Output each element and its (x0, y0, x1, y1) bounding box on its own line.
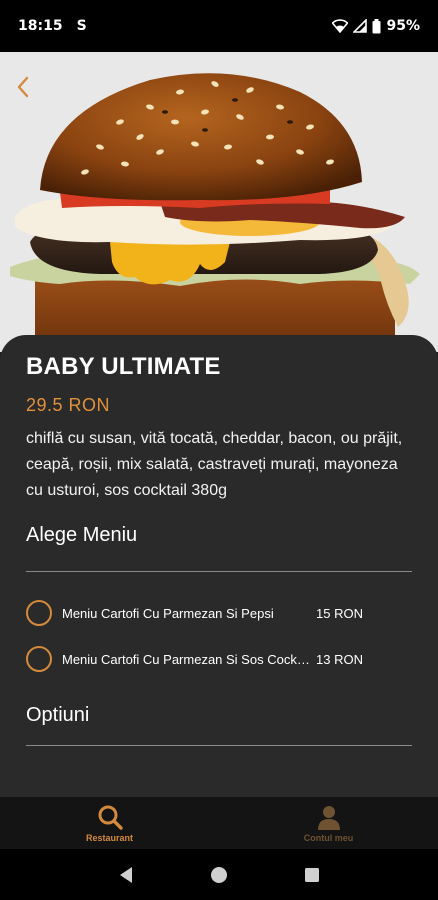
person-icon (317, 806, 340, 830)
radio-button[interactable] (26, 646, 52, 672)
tab-label: Contul meu (303, 833, 354, 843)
status-bar: 18:15 S 95% (0, 0, 438, 52)
system-nav-bar (0, 849, 438, 900)
nav-back-button[interactable] (111, 860, 141, 890)
product-title: BABY ULTIMATE (26, 353, 221, 380)
search-icon (98, 805, 123, 830)
back-icon (120, 866, 133, 883)
nav-recents-button[interactable] (297, 860, 327, 890)
status-time: 18:15 (18, 18, 63, 34)
menu-section-title: Alege Meniu (26, 524, 138, 546)
status-icons: 95% (332, 18, 420, 34)
tab-account[interactable]: Contul meu (219, 797, 438, 849)
back-button[interactable] (8, 72, 38, 102)
home-icon (210, 866, 227, 883)
product-screen: 18:15 S 95% BABY ULTIMATE 29.5 RON chifl… (0, 0, 438, 900)
chevron-left-icon (17, 76, 29, 98)
recents-icon (304, 867, 319, 882)
options-section-title: Optiuni (26, 704, 90, 726)
product-details-sheet: BABY ULTIMATE 29.5 RON chiflă cu susan, … (0, 335, 438, 797)
divider (26, 571, 412, 572)
battery-percent: 95% (386, 18, 420, 34)
burger-illustration (0, 52, 438, 352)
menu-option-label: Meniu Cartofi Cu Parmezan Si Sos Cocktai… (62, 651, 310, 667)
menu-option-price: 13 RON (316, 651, 363, 667)
menu-option-label: Meniu Cartofi Cu Parmezan Si Pepsi (62, 605, 274, 621)
product-image (0, 52, 438, 352)
notification-icon: S (76, 18, 87, 34)
radio-button[interactable] (26, 600, 52, 626)
product-description: chiflă cu susan, vită tocată, cheddar, b… (26, 430, 403, 499)
wifi-icon (332, 19, 349, 33)
bottom-tab-bar: Restaurant Contul meu (0, 797, 438, 849)
tab-label: Restaurant (85, 833, 133, 843)
menu-option[interactable]: Meniu Cartofi Cu Parmezan Si Pepsi 15 RO… (26, 590, 412, 636)
battery-icon (372, 18, 381, 34)
signal-icon (353, 19, 368, 33)
tab-restaurant[interactable]: Restaurant (0, 797, 219, 849)
product-price: 29.5 RON (26, 395, 111, 415)
menu-option[interactable]: Meniu Cartofi Cu Parmezan Si Sos Cocktai… (26, 636, 412, 682)
divider (26, 745, 412, 746)
menu-option-price: 15 RON (316, 605, 363, 621)
nav-home-button[interactable] (204, 860, 234, 890)
